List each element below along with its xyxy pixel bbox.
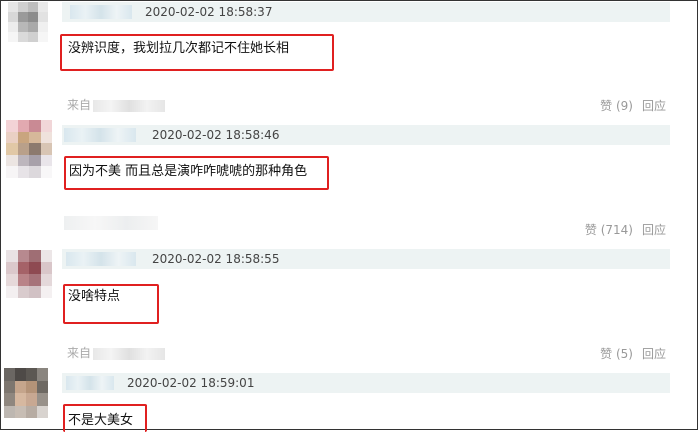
source-blurred[interactable] bbox=[64, 216, 158, 230]
username-blurred[interactable] bbox=[70, 5, 132, 19]
source-blurred[interactable] bbox=[93, 99, 166, 112]
comment-actions: 赞 (714) 回应 bbox=[576, 222, 666, 238]
source-label: 来自 bbox=[67, 346, 92, 360]
reply-button[interactable]: 回应 bbox=[642, 99, 666, 113]
comment-source: 来自 bbox=[67, 345, 166, 361]
comment-actions: 赞 (9) 回应 bbox=[591, 98, 666, 114]
comment-header: 2020-02-02 18:58:55 bbox=[62, 249, 670, 269]
reply-button[interactable]: 回应 bbox=[642, 223, 666, 237]
highlight-box bbox=[60, 34, 334, 71]
highlight-box bbox=[64, 156, 329, 190]
comment-header: 2020-02-02 18:58:46 bbox=[62, 125, 670, 145]
avatar[interactable] bbox=[4, 368, 48, 418]
comment-header: 2020-02-02 18:59:01 bbox=[62, 373, 670, 393]
username-blurred[interactable] bbox=[66, 252, 136, 266]
comment-timestamp: 2020-02-02 18:59:01 bbox=[127, 376, 255, 390]
like-button[interactable]: 赞 (5) bbox=[600, 347, 633, 361]
reply-button[interactable]: 回应 bbox=[642, 347, 666, 361]
highlight-box bbox=[63, 404, 147, 432]
like-button[interactable]: 赞 (714) bbox=[585, 223, 633, 237]
source-blurred[interactable] bbox=[93, 347, 166, 360]
source-label: 来自 bbox=[67, 98, 92, 112]
like-button[interactable]: 赞 (9) bbox=[600, 99, 633, 113]
comment-actions: 赞 (5) 回应 bbox=[591, 346, 666, 362]
avatar[interactable] bbox=[6, 250, 52, 298]
comment-timestamp: 2020-02-02 18:58:37 bbox=[145, 5, 273, 19]
highlight-box bbox=[63, 284, 159, 324]
comment-timestamp: 2020-02-02 18:58:55 bbox=[152, 252, 280, 266]
comment-header: 2020-02-02 18:58:37 bbox=[62, 2, 670, 22]
username-blurred[interactable] bbox=[66, 376, 114, 390]
username-blurred[interactable] bbox=[64, 128, 136, 142]
avatar[interactable] bbox=[8, 2, 48, 42]
comment-source: 来自 bbox=[67, 97, 166, 113]
comment-timestamp: 2020-02-02 18:58:46 bbox=[152, 128, 280, 142]
avatar[interactable] bbox=[6, 120, 52, 178]
